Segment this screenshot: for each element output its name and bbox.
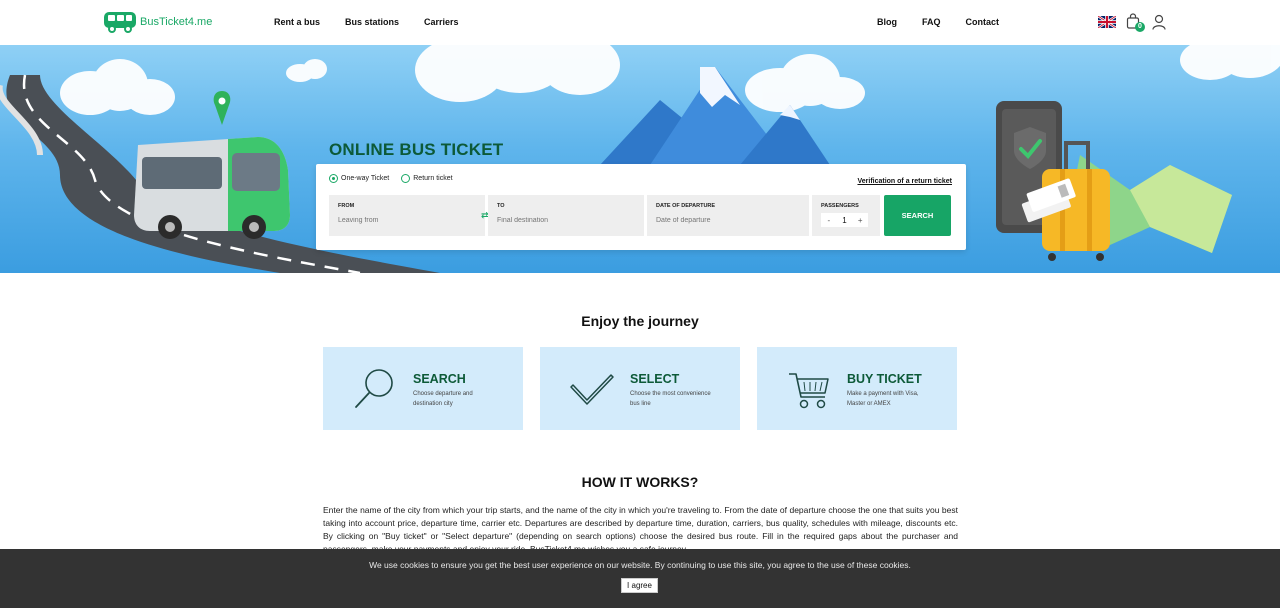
date-input[interactable] <box>656 217 786 224</box>
step-search-desc: Choose departure and destination city <box>413 391 473 407</box>
user-icon[interactable] <box>1152 14 1166 30</box>
bus-logo-icon <box>104 12 136 33</box>
bus-illustration <box>134 137 290 239</box>
step-buy-card: BUY TICKET Make a payment with Visa, Mas… <box>757 347 957 430</box>
radio-one-way-label: One-way Ticket <box>341 175 390 182</box>
step-buy-title: BUY TICKET <box>847 372 922 386</box>
radio-return[interactable]: Return ticket <box>401 174 453 183</box>
step-select-desc: Choose the most convenience bus line <box>630 391 711 407</box>
nav-blog[interactable]: Blog <box>877 17 897 27</box>
passengers-count: 1 <box>842 215 847 225</box>
nav-bus-stations[interactable]: Bus stations <box>345 17 399 27</box>
radio-unchecked-icon <box>401 174 411 183</box>
verify-return-ticket-link[interactable]: Verification of a return ticket <box>857 178 952 185</box>
passengers-label: PASSENGERS <box>821 203 859 209</box>
cart-count-badge: 0 <box>1135 22 1145 32</box>
cart-icon <box>789 373 829 409</box>
from-field[interactable]: FROM <box>329 195 485 236</box>
brand-name: BusTicket4.me <box>140 16 213 28</box>
secondary-nav: Blog FAQ Contact <box>877 17 999 27</box>
step-buy-desc: Make a payment with Visa, Master or AMEX <box>847 391 919 407</box>
radio-checked-icon <box>329 174 338 183</box>
cookie-agree-button[interactable]: I agree <box>621 578 658 593</box>
site-header: BusTicket4.me Rent a bus Bus stations Ca… <box>0 0 1280 45</box>
main-nav: Rent a bus Bus stations Carriers <box>274 17 459 27</box>
search-button[interactable]: SEARCH <box>884 195 951 236</box>
passengers-field: PASSENGERS - 1 + <box>812 195 880 236</box>
ticket-search-form: One-way Ticket Return ticket Verificatio… <box>316 164 966 250</box>
location-pin-illustration <box>213 91 231 125</box>
cookie-message: We use cookies to ensure you get the bes… <box>369 560 911 570</box>
step-search-card: SEARCH Choose departure and destination … <box>323 347 523 430</box>
search-icon <box>355 369 393 408</box>
nav-rent-a-bus[interactable]: Rent a bus <box>274 17 320 27</box>
to-field[interactable]: TO <box>488 195 644 236</box>
trip-type-selector: One-way Ticket Return ticket <box>329 174 453 183</box>
nav-faq[interactable]: FAQ <box>922 17 941 27</box>
enjoy-section-title: Enjoy the journey <box>581 313 699 329</box>
to-input[interactable] <box>497 217 627 224</box>
cart-button[interactable]: 0 <box>1126 13 1145 32</box>
uk-flag-icon[interactable] <box>1098 16 1116 28</box>
hero-title: ONLINE BUS TICKET <box>329 140 504 159</box>
to-label: TO <box>497 203 505 209</box>
passengers-increment-button[interactable]: + <box>852 216 868 225</box>
checkmark-icon <box>570 374 614 405</box>
from-label: FROM <box>338 203 355 209</box>
passengers-stepper: - 1 + <box>821 213 868 227</box>
date-label: DATE OF DEPARTURE <box>656 203 716 209</box>
step-select-card: SELECT Choose the most convenience bus l… <box>540 347 740 430</box>
radio-return-label: Return ticket <box>413 175 453 182</box>
nav-contact[interactable]: Contact <box>966 17 1000 27</box>
step-search-title: SEARCH <box>413 372 466 386</box>
step-select-title: SELECT <box>630 372 680 386</box>
how-it-works-title: HOW IT WORKS? <box>581 474 699 490</box>
passengers-decrement-button[interactable]: - <box>821 216 837 225</box>
hero-banner: ONLINE BUS TICKET One-way Ticket Return … <box>0 45 1280 273</box>
from-input[interactable] <box>338 217 468 224</box>
nav-carriers[interactable]: Carriers <box>424 17 459 27</box>
date-field[interactable]: DATE OF DEPARTURE <box>647 195 809 236</box>
brand-logo[interactable]: BusTicket4.me <box>103 11 212 33</box>
header-actions: 0 <box>1098 13 1166 32</box>
cookie-banner: We use cookies to ensure you get the bes… <box>0 549 1280 608</box>
radio-one-way[interactable]: One-way Ticket <box>329 174 389 183</box>
